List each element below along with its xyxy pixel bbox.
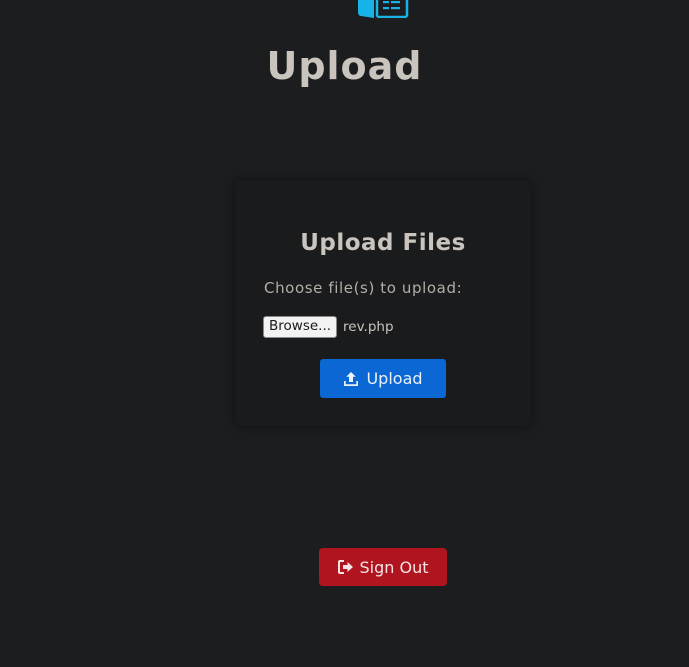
upload-button-label: Upload (366, 369, 423, 388)
upload-button[interactable]: Upload (320, 359, 446, 398)
sign-out-icon (337, 560, 354, 574)
card-title: Upload Files (300, 230, 466, 256)
sign-out-button[interactable]: Sign Out (319, 548, 447, 586)
upload-page: Upload Upload Files Choose file(s) to up… (0, 0, 689, 667)
upload-card: Upload Files Choose file(s) to upload: B… (235, 180, 531, 426)
sign-out-label: Sign Out (359, 557, 429, 577)
upload-icon (343, 371, 359, 387)
file-input[interactable]: Browse... rev.php (263, 316, 394, 338)
browse-button[interactable]: Browse... (263, 316, 338, 338)
page-title: Upload (266, 44, 423, 88)
book-icon (357, 0, 409, 18)
selected-file-name: rev.php (343, 319, 394, 335)
choose-files-label: Choose file(s) to upload: (264, 279, 463, 297)
